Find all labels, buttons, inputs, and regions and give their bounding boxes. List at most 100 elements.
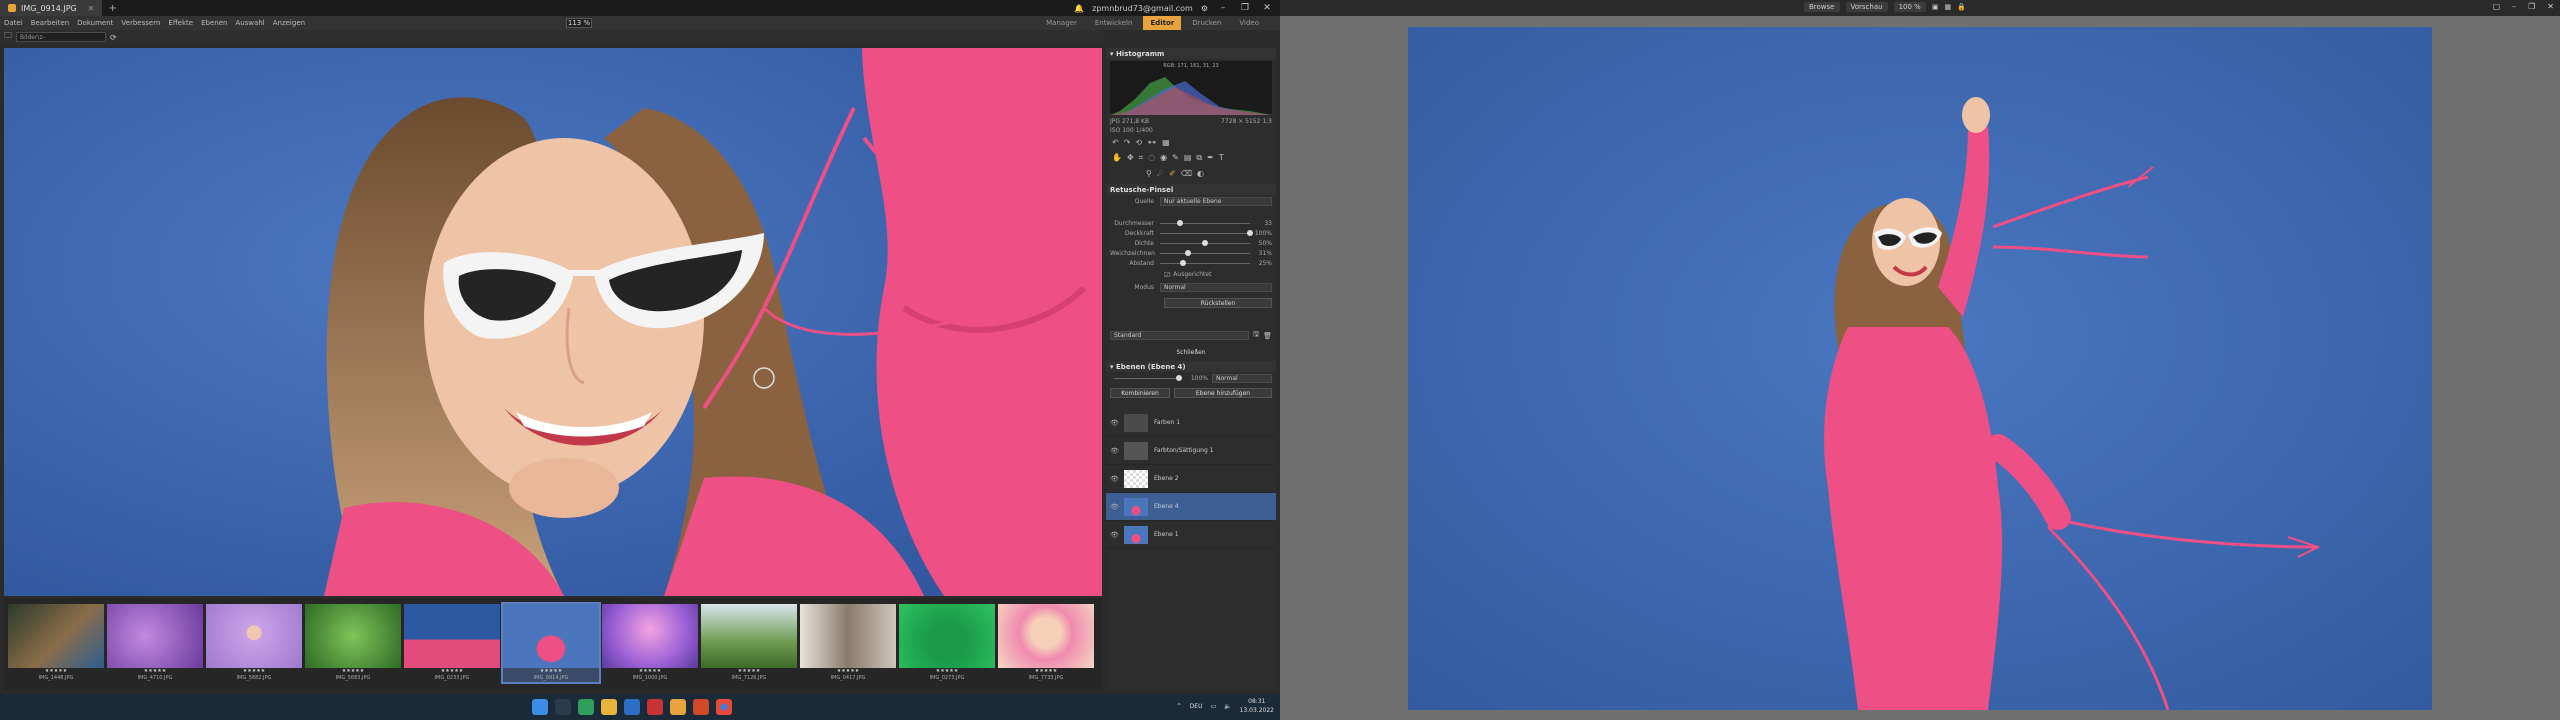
explorer-icon[interactable] (601, 699, 617, 715)
film-thumb[interactable]: ★★★★★ IMG_0417.JPG (800, 604, 896, 682)
layer-row[interactable]: 👁 Farbton/Sättigung 1 (1106, 437, 1276, 465)
lasso-tool-icon[interactable]: ◌ (1148, 153, 1155, 163)
eye-icon[interactable]: 👁 (1110, 475, 1119, 483)
bell-icon[interactable]: 🔔 (1074, 4, 1084, 13)
param-durchmesser[interactable]: Durchmesser 33 (1106, 218, 1276, 228)
restore-icon[interactable]: ❐ (2528, 2, 2535, 11)
undo-icon[interactable]: ↶ (1112, 138, 1119, 147)
tab-entwickeln[interactable]: Entwickeln (1088, 16, 1140, 30)
settings-icon[interactable]: ⚙ (1201, 4, 1208, 13)
preview-zoom[interactable]: 100 % (1893, 2, 1926, 12)
menu-effekte[interactable]: Effekte (164, 19, 197, 27)
save-preset-icon[interactable]: 🖫 (1253, 330, 1259, 341)
eraser-tool-icon[interactable]: ⌫ (1181, 169, 1192, 178)
delete-preset-icon[interactable]: 🗑 (1263, 332, 1272, 340)
eye-icon[interactable]: 👁 (1110, 447, 1119, 455)
layer-row-selected[interactable]: 👁 Ebene 4 (1106, 493, 1276, 521)
minimize-icon[interactable]: – (1216, 3, 1230, 13)
mode-select[interactable]: Normal (1160, 283, 1272, 292)
param-dichte[interactable]: Dichte 50% (1106, 238, 1276, 248)
param-abstand[interactable]: Abstand 25% (1106, 258, 1276, 268)
add-layer-button[interactable]: Ebene hinzufügen (1174, 388, 1272, 398)
folder-icon[interactable]: 🗀 (4, 30, 12, 44)
source-select[interactable]: Nur aktuelle Ebene (1160, 197, 1272, 206)
text-tool-icon[interactable]: T (1219, 153, 1224, 163)
menu-auswahl[interactable]: Auswahl (231, 19, 268, 27)
language-indicator[interactable]: DEU (1190, 703, 1203, 710)
stamp-tool-icon[interactable]: ⚲ (1146, 169, 1152, 178)
film-thumb[interactable]: ★★★★★ IMG_5882.JPG (206, 604, 302, 682)
menu-dokument[interactable]: Dokument (73, 19, 117, 27)
tab-video[interactable]: Video (1232, 16, 1266, 30)
document-tab[interactable]: IMG_0914.JPG ✕ (0, 0, 103, 16)
histogram-header[interactable]: ▾ Histogramm (1106, 48, 1276, 59)
film-thumb[interactable]: ★★★★★ IMG_7733.JPG (998, 604, 1094, 682)
tab-drucken[interactable]: Drucken (1185, 16, 1228, 30)
film-thumb[interactable]: ★★★★★ IMG_5683.JPG (305, 604, 401, 682)
eye-icon[interactable]: 👁 (1110, 419, 1119, 427)
param-weichzeichnen[interactable]: Weichzeichnen 31% (1106, 248, 1276, 258)
redo-icon[interactable]: ↷ (1124, 138, 1131, 147)
eye-icon[interactable]: 👁 (1110, 503, 1119, 511)
browse-button[interactable]: Browse (1804, 2, 1840, 12)
start-icon[interactable] (532, 699, 548, 715)
close-window-icon[interactable]: ✕ (1260, 3, 1274, 13)
tab-manager[interactable]: Manager (1039, 16, 1084, 30)
browser-icon[interactable] (578, 699, 594, 715)
tray-up-icon[interactable]: ^ (1177, 703, 1182, 710)
layer-opacity-knob[interactable] (1176, 375, 1182, 381)
layers-header[interactable]: ▾ Ebenen (Ebene 4) (1106, 361, 1276, 372)
layer-row[interactable]: 👁 Ebene 1 (1106, 521, 1276, 549)
preset-select[interactable]: Standard (1110, 331, 1250, 340)
glasses-icon[interactable]: 👓 (1147, 138, 1157, 147)
film-thumb[interactable]: ★★★★★ IMG_1448.JPG (8, 604, 104, 682)
move-tool-icon[interactable]: ✥ (1127, 153, 1134, 163)
tab-editor[interactable]: Editor (1143, 16, 1182, 30)
retouch-brush-icon[interactable]: ✐ (1169, 169, 1176, 178)
menu-bearbeiten[interactable]: Bearbeiten (27, 19, 73, 27)
volume-icon[interactable]: 🔈 (1224, 703, 1231, 710)
film-thumb[interactable]: ★★★★★ IMG_1000.JPG (602, 604, 698, 682)
history-icon[interactable]: ⟲ (1135, 138, 1142, 147)
dodge-tool-icon[interactable]: ◐ (1197, 169, 1204, 178)
pdf-icon[interactable] (647, 699, 663, 715)
fit-icon[interactable]: ▣ (1932, 3, 1939, 11)
search-icon[interactable] (555, 699, 571, 715)
chrome-icon[interactable] (716, 699, 732, 715)
close-tab-icon[interactable]: ✕ (88, 4, 95, 13)
zoom-level[interactable]: 113 % (566, 18, 592, 28)
clock[interactable]: 08:31 13.03.2022 (1240, 697, 1274, 715)
eye-tool-icon[interactable]: ◉ (1160, 153, 1167, 163)
film-thumb-selected[interactable]: ★★★★★ IMG_0914.JPG (501, 602, 601, 684)
reset-button[interactable]: Rückstellen (1164, 298, 1272, 308)
smudge-tool-icon[interactable]: ☄ (1157, 169, 1164, 178)
close-tool-button[interactable]: Schließen (1110, 347, 1272, 357)
image-canvas[interactable] (4, 48, 1102, 596)
lock-icon[interactable]: 🔒 (1957, 3, 1966, 11)
menu-anzeigen[interactable]: Anzeigen (269, 19, 309, 27)
path-input[interactable]: Bilder\z-Testbilder\SEO\Overall (16, 32, 106, 42)
film-thumb[interactable]: ★★★★★ IMG_4710.JPG (107, 604, 203, 682)
network-icon[interactable]: ▭ (1210, 703, 1216, 710)
menu-verbessern[interactable]: Verbessern (117, 19, 164, 27)
preview-photo[interactable] (1408, 27, 2432, 710)
slider-knob[interactable] (1247, 229, 1253, 236)
account-email[interactable]: zpmnbrud73@gmail.com (1092, 4, 1193, 13)
slider-knob[interactable] (1184, 249, 1191, 256)
maximize-icon[interactable]: ❐ (1238, 3, 1252, 13)
grid-icon[interactable]: ▦ (1162, 138, 1170, 147)
mail-icon[interactable] (624, 699, 640, 715)
combine-button[interactable]: Kombinieren (1110, 388, 1170, 398)
param-deckkraft[interactable]: Deckkraft 100% (1106, 228, 1276, 238)
aligned-checkbox[interactable]: ☑ (1164, 271, 1170, 279)
slider-knob[interactable] (1202, 239, 1208, 246)
slider-knob[interactable] (1176, 219, 1183, 226)
brush-tool-icon[interactable]: ✎ (1172, 153, 1179, 163)
close-window-icon[interactable]: ✕ (2547, 2, 2554, 11)
minimize-icon[interactable]: – (2512, 2, 2516, 11)
preview-button[interactable]: Vorschau (1845, 2, 1888, 12)
layer-row[interactable]: 👁 Ebene 2 (1106, 465, 1276, 493)
menu-datei[interactable]: Datei (0, 19, 27, 27)
grid-icon[interactable]: ▦ (1944, 3, 1951, 11)
clone-tool-icon[interactable]: ⧉ (1196, 153, 1202, 163)
